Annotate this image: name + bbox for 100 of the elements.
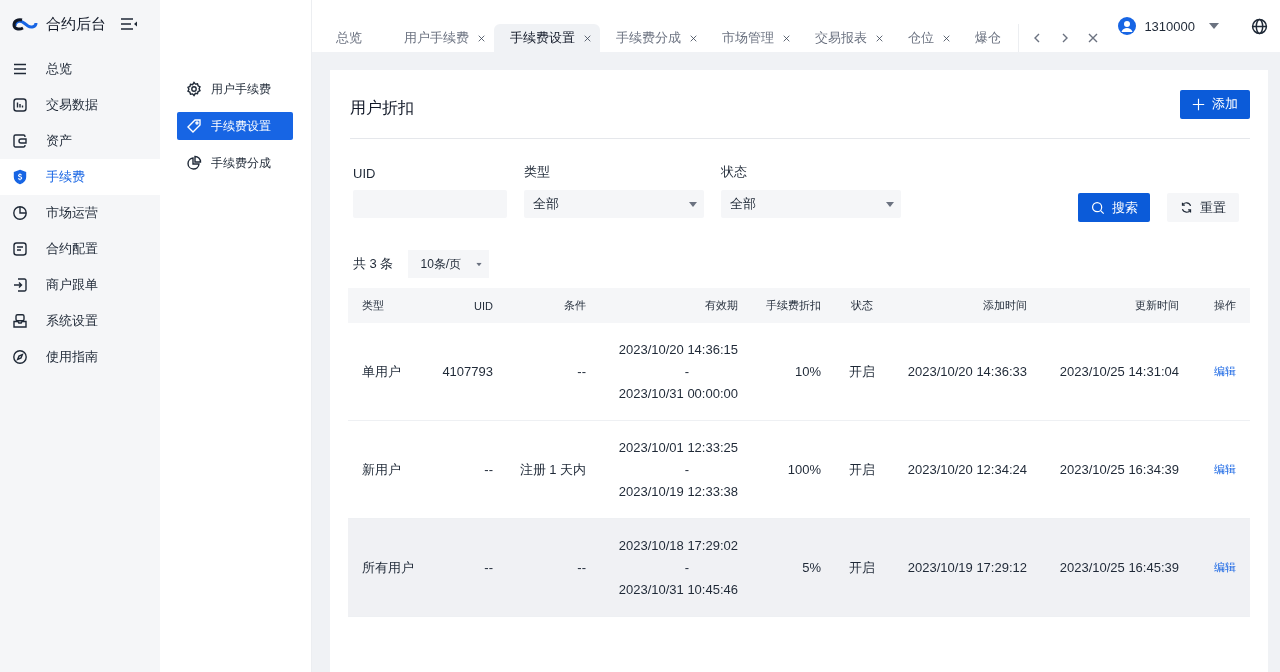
sidebar-item[interactable]: 交易数据 — [0, 87, 160, 123]
column-header: 操作 — [1214, 298, 1236, 313]
document-icon — [12, 241, 28, 257]
sidebar-item[interactable]: 商户跟单 — [0, 267, 160, 303]
close-icon — [942, 33, 951, 43]
close-icon — [782, 33, 791, 43]
refresh-icon — [1180, 201, 1193, 214]
field-label: 状态 — [721, 163, 748, 181]
close-icon — [583, 33, 592, 43]
column-header: 状态 — [851, 298, 873, 313]
table-cell: 2023/10/31 00:00:00 — [618, 386, 738, 401]
table-cell: 注册 1 天内 — [519, 460, 586, 479]
total-count: 共 3 条 — [353, 255, 394, 273]
table-cell: 2023/10/31 10:45:46 — [618, 582, 738, 597]
gear-icon — [186, 81, 202, 97]
tab[interactable]: 仓位 — [892, 24, 959, 52]
sidebar-item[interactable]: 总览 — [0, 51, 160, 87]
user-name[interactable]: 1310000 — [1144, 18, 1195, 34]
table-cell: 单用户 — [362, 362, 401, 381]
table-cell: 2023/10/25 14:31:04 — [1059, 364, 1179, 379]
edit-link[interactable]: 编辑 — [1214, 364, 1236, 379]
table-cell: 4107793 — [442, 364, 493, 379]
wallet-icon — [12, 133, 28, 149]
sidebar-item[interactable]: 系统设置 — [0, 303, 160, 339]
table-cell: 2023/10/18 17:29:02 — [618, 538, 738, 553]
tab[interactable]: 爆仓 — [959, 24, 1009, 52]
column-header: 有效期 — [705, 298, 738, 313]
table-cell: 2023/10/20 14:36:33 — [907, 364, 1027, 379]
plus-icon — [1192, 97, 1205, 111]
table-cell: 2023/10/20 12:34:24 — [907, 462, 1027, 477]
caret-icon — [886, 201, 894, 207]
sidebar-item[interactable]: 合约配置 — [0, 231, 160, 267]
sidebar-item[interactable]: 市场运营 — [0, 195, 160, 231]
tab[interactable]: 手续费分成 — [600, 24, 706, 52]
table-cell: -- — [577, 364, 586, 379]
avatar-icon — [1118, 17, 1137, 35]
table-cell: 2023/10/01 12:33:25 — [618, 440, 738, 455]
column-header: UID — [474, 299, 493, 312]
submenu-item[interactable]: 手续费分成 — [177, 149, 293, 177]
table-cell: -- — [484, 462, 493, 477]
tray-icon — [12, 313, 28, 329]
edit-link[interactable]: 编辑 — [1214, 462, 1236, 477]
tag-icon — [186, 118, 202, 134]
login-icon — [12, 277, 28, 293]
table-cell: 开启 — [849, 460, 875, 479]
table-cell: -- — [484, 560, 493, 575]
column-header: 更新时间 — [1135, 298, 1179, 313]
sidebar-item[interactable]: 资产 — [0, 123, 160, 159]
search-button[interactable]: 搜索 — [1078, 193, 1150, 222]
caret-icon — [689, 201, 697, 207]
list-icon — [12, 61, 28, 77]
caret-icon — [476, 262, 483, 266]
sidebar-item[interactable]: 使用指南 — [0, 339, 160, 375]
table-cell: 2023/10/19 17:29:12 — [907, 560, 1027, 575]
table-cell: 2023/10/25 16:45:39 — [1059, 560, 1179, 575]
select-field[interactable]: 全部 — [524, 190, 704, 218]
submenu-item[interactable]: 手续费设置 — [177, 112, 293, 140]
pie-chart-icon — [186, 155, 202, 171]
compass-icon — [12, 349, 28, 365]
table-cell: 10% — [794, 364, 821, 379]
table-cell-text: - — [683, 560, 690, 575]
tab[interactable]: 市场管理 — [706, 24, 799, 52]
table-cell: 2023/10/25 16:34:39 — [1059, 462, 1179, 477]
shield-icon — [12, 169, 28, 185]
column-header: 手续费折扣 — [766, 298, 821, 313]
logo-icon — [12, 17, 40, 31]
submenu-item[interactable]: 用户手续费 — [177, 75, 293, 103]
menu-icon[interactable] — [120, 17, 138, 31]
column-header: 添加时间 — [983, 298, 1027, 313]
page-size-select[interactable]: 10条/页 — [408, 250, 490, 278]
column-header: 条件 — [564, 298, 586, 313]
bar-chart-icon — [12, 97, 28, 113]
reset-button[interactable]: 重置 — [1167, 193, 1239, 222]
tab[interactable]: 用户手续费 — [388, 24, 494, 52]
table-cell: 5% — [802, 560, 821, 575]
table-cell: 开启 — [849, 362, 875, 381]
table-cell: -- — [577, 560, 586, 575]
table-cell: 2023/10/19 12:33:38 — [618, 484, 738, 499]
table-cell-text: - — [683, 462, 690, 477]
table-cell: 2023/10/20 14:36:15 — [618, 342, 738, 357]
search-icon — [1090, 200, 1105, 215]
close-icon — [689, 33, 698, 43]
table-cell: 开启 — [849, 558, 875, 577]
table-cell: 所有用户 — [362, 558, 414, 577]
tab[interactable]: 手续费设置 — [494, 24, 600, 52]
field-label: UID — [353, 166, 377, 181]
edit-link[interactable]: 编辑 — [1214, 560, 1236, 575]
app-title: 合约后台 — [46, 14, 107, 34]
sidebar-item[interactable]: 手续费 — [0, 159, 160, 195]
table-cell: 新用户 — [362, 460, 401, 479]
add-button[interactable]: 添加 — [1180, 89, 1250, 119]
table-cell-text: - — [683, 364, 690, 379]
page-title: 用户折扣 — [350, 97, 414, 118]
tab[interactable]: 总览 — [320, 24, 388, 52]
tab[interactable]: 交易报表 — [799, 24, 892, 52]
select-field[interactable]: 全部 — [721, 190, 901, 218]
caret-icon[interactable] — [1209, 23, 1219, 29]
field-label: 类型 — [524, 163, 551, 181]
column-header: 类型 — [362, 298, 384, 313]
globe-icon — [1251, 17, 1268, 35]
